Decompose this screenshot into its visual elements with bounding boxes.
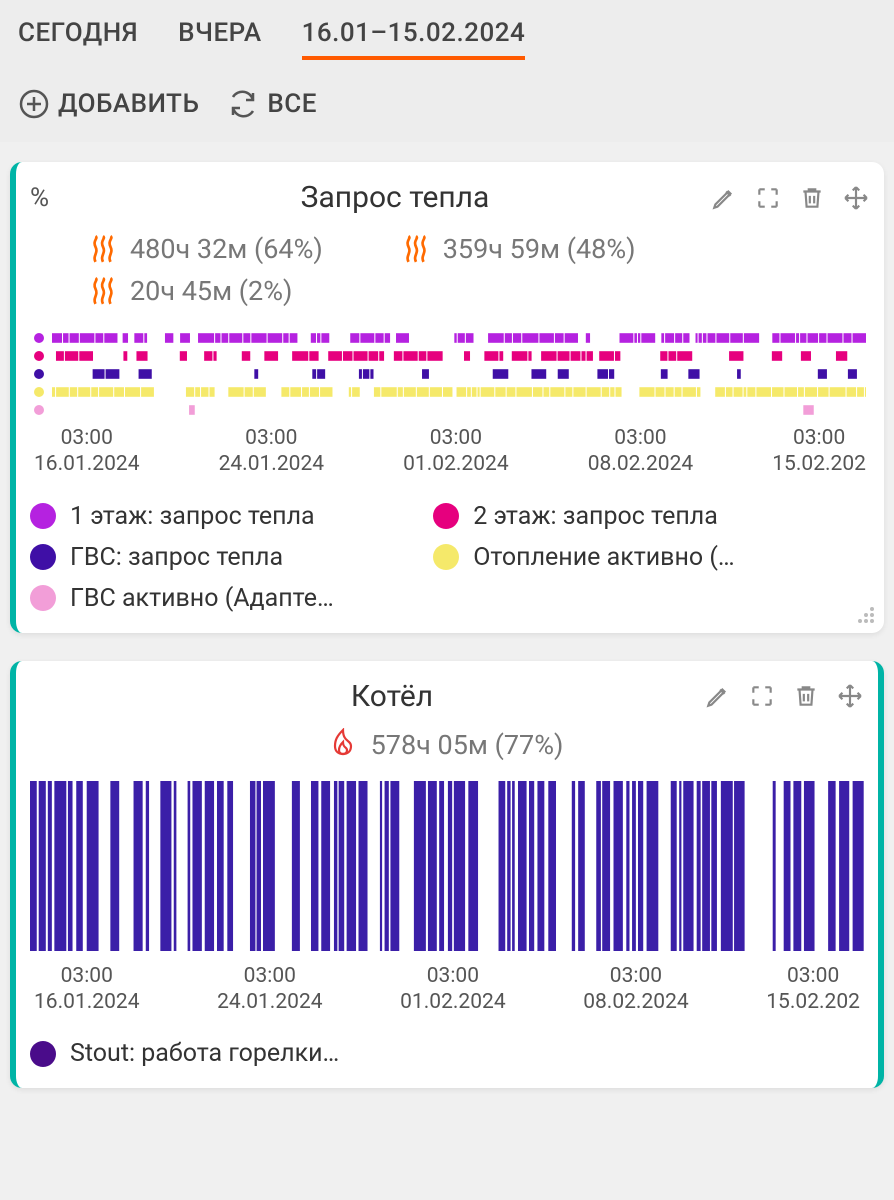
- stat-text: 480ч 32м (64%): [130, 233, 323, 265]
- move-icon[interactable]: [836, 682, 864, 710]
- expand-icon[interactable]: [754, 184, 782, 212]
- legend-item[interactable]: Отопление активно (…: [433, 537, 836, 578]
- card-toolbar: [704, 682, 864, 710]
- timeline-chart[interactable]: [30, 331, 870, 417]
- refresh-all-button[interactable]: ВСЕ: [227, 88, 317, 120]
- axis-tick: 03:0001.02.2024: [400, 963, 506, 1016]
- tab-yesterday[interactable]: ВЧЕРА: [178, 18, 261, 60]
- stat-item: 20ч 45м (2%): [90, 275, 292, 307]
- heat-wave-icon: [90, 234, 116, 264]
- all-label: ВСЕ: [267, 89, 317, 119]
- flame-icon: [331, 728, 355, 763]
- trash-icon[interactable]: [792, 682, 820, 710]
- legend-item[interactable]: 2 этаж: запрос тепла: [433, 496, 836, 537]
- legend-label: 1 этаж: запрос тепла: [70, 502, 315, 531]
- legend-label: ГВС: запрос тепла: [70, 543, 283, 572]
- stat-text: 578ч 05м (77%): [371, 729, 564, 761]
- top-bar: СЕГОДНЯ ВЧЕРА 16.01–15.02.2024 ДОБАВИТЬ …: [0, 0, 894, 142]
- card-boiler: Котёл 578ч 05м (77%): [10, 661, 884, 1089]
- legend-dot: [30, 544, 56, 570]
- legend-label: Отопление активно (…: [473, 543, 734, 572]
- card-heat-request: % Запрос тепла: [10, 162, 884, 633]
- timeline-chart[interactable]: [30, 781, 864, 955]
- card-toolbar: [710, 184, 870, 212]
- axis-tick: 03:0001.02.2024: [403, 425, 509, 478]
- legend-item[interactable]: ГВС: запрос тепла: [30, 537, 433, 578]
- card-title: Котёл: [80, 679, 704, 714]
- move-icon[interactable]: [842, 184, 870, 212]
- stat-item: 359ч 59м (48%): [403, 233, 636, 265]
- add-label: ДОБАВИТЬ: [58, 89, 199, 119]
- tab-date-range[interactable]: 16.01–15.02.2024: [302, 18, 526, 60]
- unit-label: %: [30, 183, 80, 213]
- axis-tick: 03:0024.01.2024: [217, 963, 323, 1016]
- actions-row: ДОБАВИТЬ ВСЕ: [18, 88, 876, 120]
- pencil-icon[interactable]: [704, 682, 732, 710]
- axis-tick: 03:0024.01.2024: [219, 425, 325, 478]
- axis-tick: 03:0015.02.202: [772, 425, 866, 478]
- legend: 1 этаж: запрос тепла 2 этаж: запрос тепла…: [30, 496, 870, 619]
- card-title: Запрос тепла: [80, 180, 710, 215]
- x-axis: 03:0016.01.2024 03:0024.01.2024 03:0001.02…: [30, 963, 864, 1016]
- refresh-icon: [227, 88, 259, 120]
- legend-dot: [30, 1041, 56, 1067]
- card-header: % Запрос тепла: [30, 180, 870, 215]
- stat-text: 20ч 45м (2%): [130, 275, 292, 307]
- stat-item: 480ч 32м (64%): [90, 233, 323, 265]
- legend-dot: [433, 544, 459, 570]
- stats: 480ч 32м (64%) 359ч 59м (48%) 20ч 45м (2…: [30, 229, 870, 321]
- axis-tick: 03:0015.02.202: [766, 963, 860, 1016]
- tab-today[interactable]: СЕГОДНЯ: [18, 18, 138, 60]
- axis-tick: 03:0008.02.2024: [588, 425, 694, 478]
- plus-circle-icon: [18, 88, 50, 120]
- trash-icon[interactable]: [798, 184, 826, 212]
- stat-text: 359ч 59м (48%): [443, 233, 636, 265]
- resize-handle-icon[interactable]: [852, 601, 876, 625]
- heat-wave-icon: [90, 276, 116, 306]
- expand-icon[interactable]: [748, 682, 776, 710]
- card-header: Котёл: [30, 679, 864, 714]
- content: % Запрос тепла: [0, 142, 894, 1088]
- legend-label: 2 этаж: запрос тепла: [473, 502, 718, 531]
- legend-dot: [30, 503, 56, 529]
- legend-dot: [433, 503, 459, 529]
- legend-item[interactable]: 1 этаж: запрос тепла: [30, 496, 433, 537]
- stats: 578ч 05м (77%): [30, 728, 864, 763]
- legend-label: ГВС активно (Адапте…: [70, 584, 334, 613]
- pencil-icon[interactable]: [710, 184, 738, 212]
- heat-wave-icon: [403, 234, 429, 264]
- legend-dot: [30, 585, 56, 611]
- axis-tick: 03:0008.02.2024: [583, 963, 689, 1016]
- axis-tick: 03:0016.01.2024: [34, 963, 140, 1016]
- date-tabs: СЕГОДНЯ ВЧЕРА 16.01–15.02.2024: [18, 18, 876, 60]
- legend-item[interactable]: ГВС активно (Адапте…: [30, 578, 433, 619]
- legend-label: Stout: работа горелки…: [70, 1039, 339, 1068]
- legend: Stout: работа горелки…: [30, 1033, 864, 1074]
- x-axis: 03:0016.01.2024 03:0024.01.2024 03:0001.02…: [30, 425, 870, 478]
- axis-tick: 03:0016.01.2024: [34, 425, 140, 478]
- legend-item[interactable]: Stout: работа горелки…: [30, 1033, 430, 1074]
- add-button[interactable]: ДОБАВИТЬ: [18, 88, 199, 120]
